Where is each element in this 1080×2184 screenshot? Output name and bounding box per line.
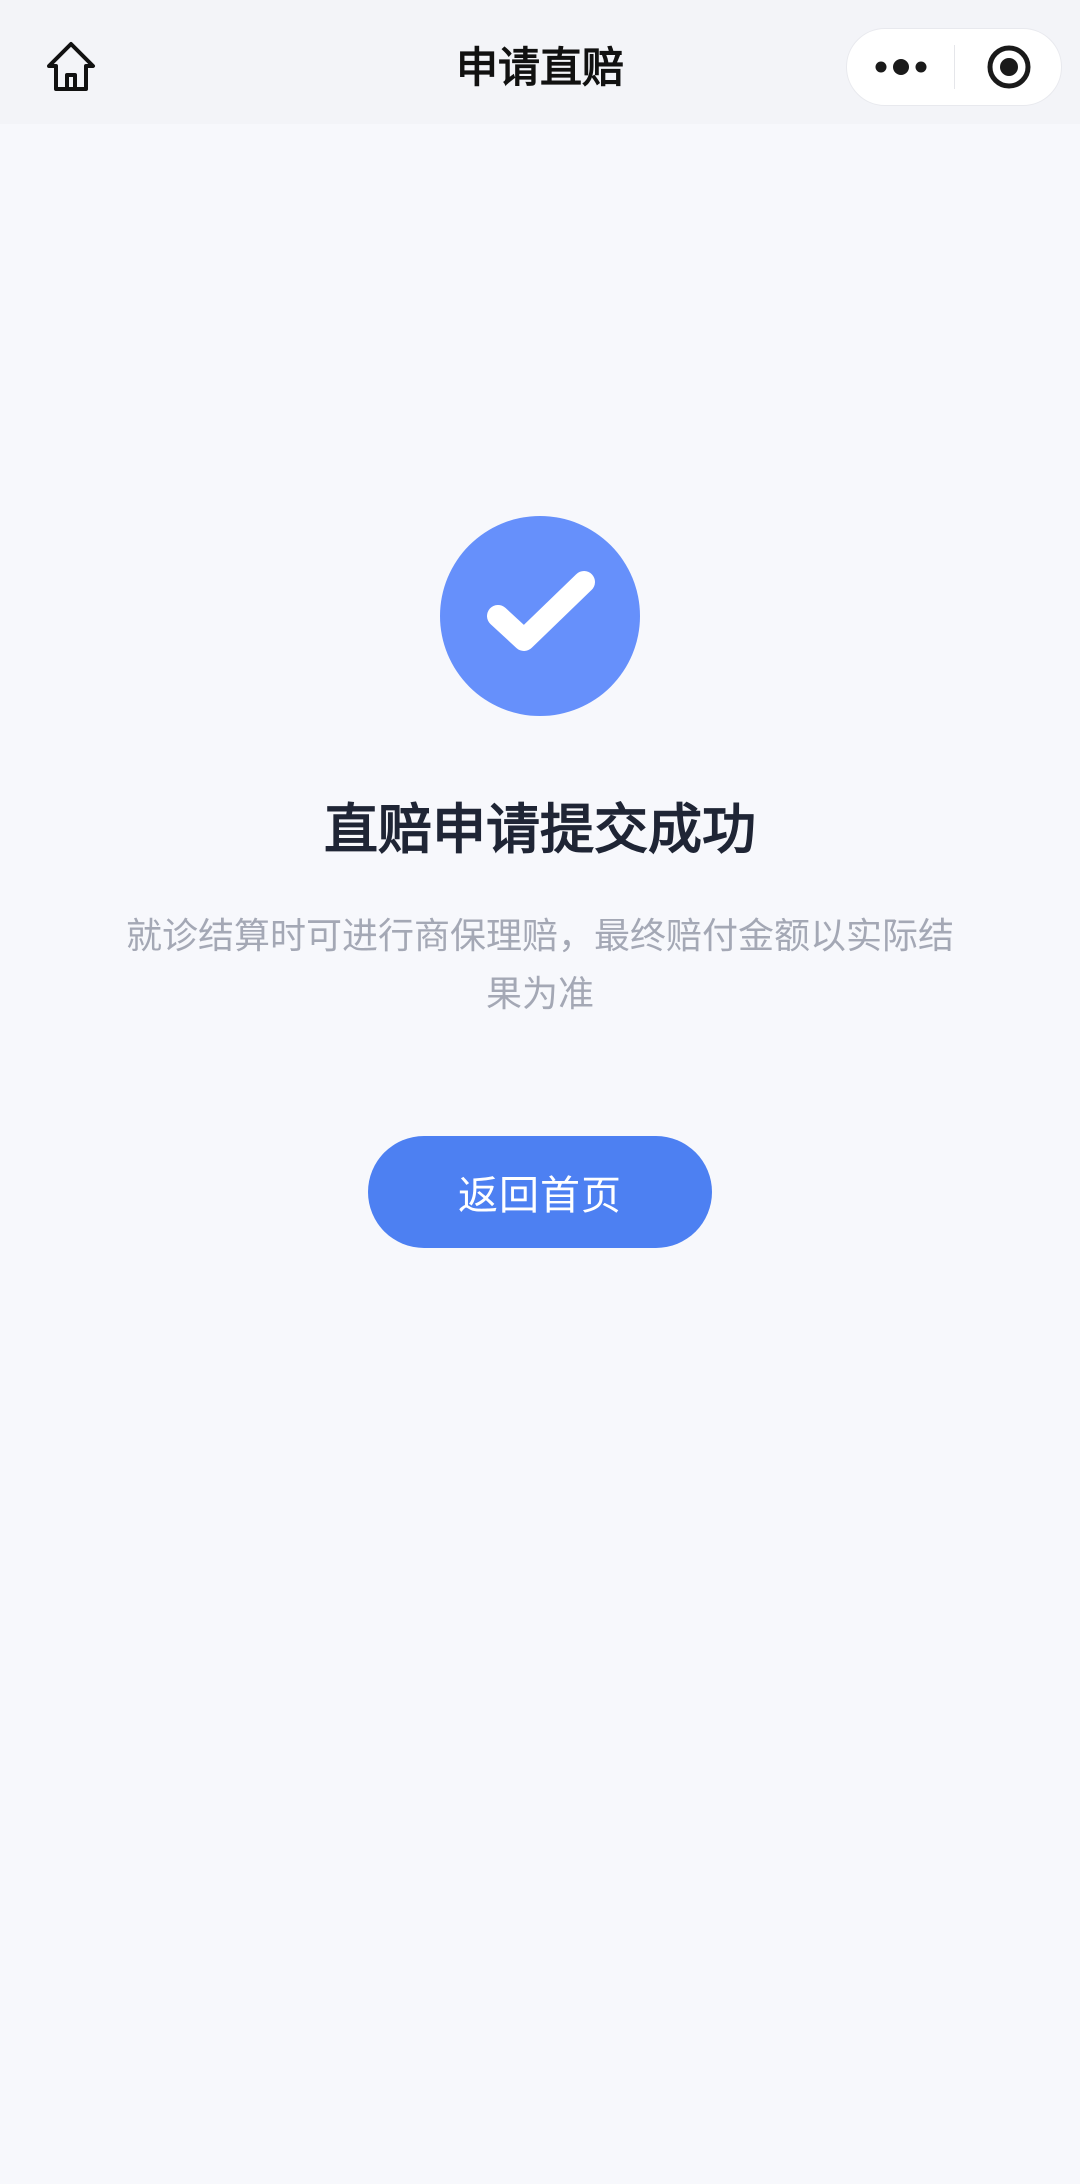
return-home-button[interactable]: 返回首页	[368, 1136, 712, 1248]
target-close-icon	[987, 45, 1030, 89]
mini-program-capsule	[846, 28, 1062, 106]
close-button[interactable]	[955, 29, 1062, 105]
more-dots-icon	[875, 59, 926, 75]
check-circle-icon	[440, 516, 640, 716]
result-title: 直赔申请提交成功	[324, 798, 756, 861]
result-description: 就诊结算时可进行商保理赔，最终赔付金额以实际结果为准	[125, 916, 954, 1015]
more-button[interactable]	[847, 29, 954, 105]
navigation-bar: 申请直赔	[0, 0, 1080, 124]
